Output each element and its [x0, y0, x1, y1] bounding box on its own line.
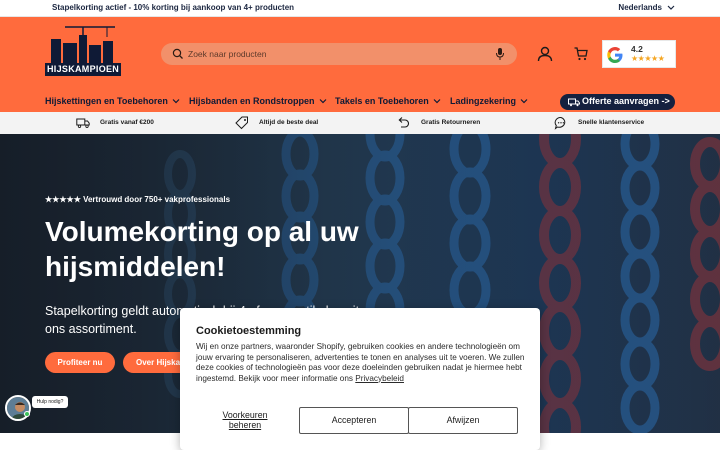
trust-text: ★★★★★ Vertrouwd door 750+ vakprofessiona…	[45, 195, 231, 204]
chevron-down-icon	[433, 99, 441, 104]
online-status-dot	[24, 411, 30, 417]
chat-icon	[554, 116, 566, 130]
quote-request-button[interactable]: Offerte aanvragen ->	[560, 94, 675, 110]
privacy-policy-link[interactable]: Privacybeleid	[355, 374, 404, 383]
nav-item-label: Hijskettingen en Toebehoren	[45, 96, 168, 106]
logo-subtext: KAMPIOEN IN HIJS EN HEFMIDDELEN	[47, 75, 102, 79]
review-rating: 4.2	[631, 44, 643, 54]
search-input[interactable]	[188, 46, 488, 62]
quote-button-label: Offerte aanvragen ->	[582, 96, 670, 106]
hero-title: Volumekorting op al uw hijsmiddelen!	[45, 216, 359, 282]
usp-label: Gratis vanaf €200	[100, 119, 154, 126]
profit-now-button[interactable]: Profiteer nu	[45, 352, 115, 373]
google-review-badge[interactable]: 4.2 ★★★★★	[602, 40, 676, 68]
chevron-down-icon	[172, 99, 180, 104]
chat-bubble[interactable]: Hulp nodig?	[32, 396, 68, 408]
usp-label: Snelle klantenservice	[578, 119, 645, 126]
announcement-bar: Stapelkorting actief - 10% korting bij a…	[0, 0, 720, 17]
manage-preferences-link[interactable]: Voorkeuren beheren	[206, 410, 284, 430]
account-icon[interactable]	[537, 46, 553, 62]
nav-item-hijskettingen[interactable]: Hijskettingen en Toebehoren	[45, 96, 180, 106]
review-stars: ★★★★★	[631, 54, 665, 63]
return-icon	[398, 117, 410, 128]
nav-item-label: Hijsbanden en Rondstroppen	[189, 96, 315, 106]
chevron-down-icon	[667, 5, 675, 10]
announcement-message: Stapelkorting actief - 10% korting bij a…	[52, 3, 295, 12]
usp-bar: Gratis vanaf €200 Altijd de beste deal G…	[0, 112, 720, 134]
nav-item-label: Takels en Toebehoren	[335, 96, 429, 106]
truck-icon	[76, 118, 90, 128]
search-icon[interactable]	[172, 48, 184, 60]
cookie-title: Cookietoestemming	[196, 325, 302, 337]
search-bar[interactable]	[161, 43, 517, 65]
truck-icon	[568, 98, 580, 107]
language-label: Nederlands	[618, 3, 662, 12]
cart-icon[interactable]	[574, 47, 588, 61]
tag-icon	[235, 116, 248, 130]
chevron-down-icon	[520, 99, 528, 104]
cookie-dialog: Cookietoestemming Wij en onze partners, …	[180, 308, 540, 450]
decline-button[interactable]: Afwijzen	[408, 407, 518, 434]
site-header: HIJSKAMPIOEN KAMPIOEN IN HIJS EN HEFMIDD…	[0, 17, 720, 112]
nav-item-label: Ladingzekering	[450, 96, 517, 106]
logo-text: HIJSKAMPIOEN	[47, 64, 120, 74]
accept-button[interactable]: Accepteren	[299, 407, 409, 434]
google-icon	[607, 47, 623, 63]
nav-item-ladingzekering[interactable]: Ladingzekering	[450, 96, 528, 106]
chat-avatar[interactable]	[5, 395, 31, 421]
microphone-icon[interactable]	[495, 47, 505, 61]
nav-item-hijsbanden[interactable]: Hijsbanden en Rondstroppen	[189, 96, 327, 106]
chevron-down-icon	[319, 99, 326, 104]
usp-label: Gratis Retourneren	[421, 119, 481, 126]
nav-item-takels[interactable]: Takels en Toebehoren	[335, 96, 441, 106]
cookie-text: Wij en onze partners, waaronder Shopify,…	[196, 342, 526, 384]
usp-label: Altijd de beste deal	[259, 119, 319, 126]
